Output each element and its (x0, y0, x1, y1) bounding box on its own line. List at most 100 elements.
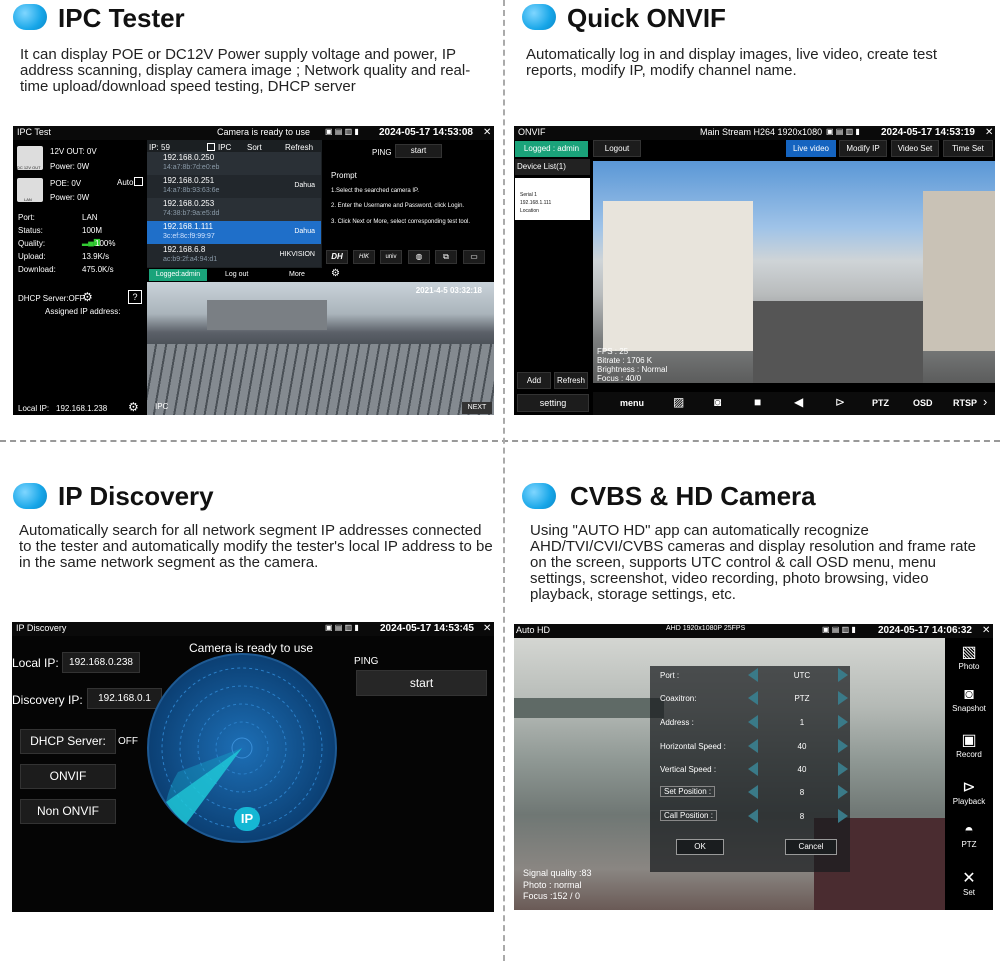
osd-button[interactable]: OSD (913, 398, 933, 408)
dhcp-state: OFF (118, 736, 138, 747)
close-icon[interactable]: ✕ (982, 625, 990, 636)
gear-icon[interactable]: ⚙ (128, 400, 139, 414)
refresh-button[interactable]: Refresh (554, 372, 588, 389)
tab-live-video[interactable]: Live video (786, 140, 836, 157)
radar-ip-marker: IP (234, 807, 260, 831)
arrow-right-icon[interactable] (838, 668, 848, 682)
osd-row-address[interactable]: Address : 1 (660, 715, 860, 731)
ip-list-item[interactable]: 192.168.0.251 14:a7:8b:93:63:6e Dahua (147, 175, 321, 198)
arrow-left-icon[interactable] (748, 762, 758, 776)
section-bullet-icon (522, 483, 556, 509)
status-icons: ▣ ▤ ▥ ▮ (325, 623, 359, 632)
brand-dahua-button[interactable]: DH (326, 250, 348, 264)
out-12v: 12V OUT: 0V (50, 147, 97, 156)
arrow-left-icon[interactable] (748, 809, 758, 823)
arrow-right-icon[interactable] (838, 715, 848, 729)
ptz-button[interactable]: PTZ (872, 398, 889, 408)
cancel-button[interactable]: Cancel (785, 839, 837, 855)
setting-button[interactable]: setting (517, 394, 589, 412)
auto-checkbox[interactable] (134, 177, 143, 186)
format-info: AHD 1920x1080P 25FPS (666, 625, 746, 632)
ok-button[interactable]: OK (676, 839, 724, 855)
dhcp-server-button[interactable]: DHCP Server: (20, 729, 116, 754)
ip-list-item[interactable]: 192.168.6.8 ac:b9:2f:a4:94:d1 HIKVISION (147, 244, 321, 267)
auto-hd-screen: Auto HD AHD 1920x1080P 25FPS ▣ ▤ ▥ ▮ 202… (514, 624, 993, 910)
arrow-left-icon[interactable] (748, 668, 758, 682)
status-icons: ▣ ▤ ▥ ▮ (325, 127, 359, 136)
arrow-left-icon[interactable] (748, 715, 758, 729)
tab-video-set[interactable]: Video Set (891, 140, 939, 157)
chevron-right-icon[interactable]: › (983, 394, 987, 409)
tab-time-set[interactable]: Time Set (943, 140, 993, 157)
settings-icon[interactable]: ⚙ (331, 268, 340, 279)
close-icon[interactable]: ✕ (985, 127, 993, 138)
play-icon[interactable]: ⊳ (835, 395, 845, 409)
camera-icon[interactable]: ▭ (463, 250, 485, 264)
globe-icon[interactable]: ◍ (408, 250, 430, 264)
more-button[interactable]: More (289, 271, 305, 278)
snapshot-icon[interactable]: ◙ (714, 395, 721, 409)
brand-hik-button[interactable]: HIK (353, 250, 375, 264)
ip-list-panel: IP: 59 IPC Sort Refresh 192.168.0.250 14… (147, 140, 322, 268)
arrow-left-icon[interactable] (748, 739, 758, 753)
next-button[interactable]: NEXT (462, 402, 492, 414)
arrow-right-icon[interactable] (838, 762, 848, 776)
audio-icon[interactable]: ◀ (794, 395, 803, 409)
osd-row-vertical-speed[interactable]: Vertical Speed : 40 (660, 762, 860, 778)
arrow-left-icon[interactable] (748, 691, 758, 705)
rtsp-button[interactable]: RTSP (953, 398, 977, 408)
playback-button[interactable]: ⊳ Playback (945, 777, 993, 806)
ipc-checkbox[interactable] (207, 143, 215, 151)
brightness-overlay: Brightness : Normal (597, 365, 668, 374)
port-label: Port: (18, 213, 35, 222)
image-icon[interactable]: ▨ (673, 395, 684, 409)
non-onvif-button[interactable]: Non ONVIF (20, 799, 116, 824)
photo-button[interactable]: ▧ Photo (945, 642, 993, 671)
stream-info: Main Stream H264 1920x1080 (700, 127, 823, 137)
ping-start-button[interactable]: start (395, 144, 442, 158)
video-building-right (923, 191, 995, 351)
dc-port-label: DC 12V OUT (17, 165, 41, 170)
record-button[interactable]: ▣ Record (945, 730, 993, 759)
sort-button[interactable]: Sort (247, 143, 262, 152)
osd-row-coaxitron[interactable]: Coaxitron: PTZ (660, 691, 860, 707)
record-icon: ▣ (961, 732, 977, 749)
local-ip-field[interactable]: 192.168.0.238 (62, 652, 140, 673)
logout-button[interactable]: Logout (593, 140, 641, 157)
close-icon[interactable]: ✕ (483, 623, 491, 634)
logout-button[interactable]: Log out (225, 271, 248, 278)
refresh-button[interactable]: Refresh (285, 143, 313, 152)
osd-row-port[interactable]: Port : UTC (660, 668, 860, 684)
ptz-button[interactable]: ◓ PTZ (945, 822, 993, 849)
snapshot-button[interactable]: ◙ Snapshot (945, 686, 993, 713)
ip-list-item-selected[interactable]: 192.168.1.111 3c:ef:8c:f9:99:97 Dahua (147, 221, 321, 244)
osd-row-set-position[interactable]: Set Position : 8 (660, 785, 860, 801)
app-title: IP Discovery (16, 623, 67, 633)
help-icon[interactable]: ? (128, 290, 142, 304)
device-list-item[interactable]: Serial 1 192.168.1.111 Location (515, 178, 590, 220)
ip-list-item[interactable]: 192.168.0.250 14:a7:8b:7d:e0:eb (147, 152, 321, 175)
close-icon[interactable]: ✕ (483, 127, 491, 138)
arrow-right-icon[interactable] (838, 691, 848, 705)
ping-start-button[interactable]: start (356, 670, 487, 696)
arrow-left-icon[interactable] (748, 785, 758, 799)
add-button[interactable]: Add (517, 372, 551, 389)
photo-icon: ▧ (961, 644, 977, 661)
ipc-tag: IPC (155, 402, 169, 411)
menu-button[interactable]: menu (620, 398, 644, 408)
arrow-right-icon[interactable] (838, 785, 848, 799)
set-button[interactable]: ✕ Set (945, 868, 993, 897)
onvif-button[interactable]: ONVIF (20, 764, 116, 789)
osd-row-call-position[interactable]: Call Position : 8 (660, 809, 860, 825)
record-icon[interactable]: ■ (754, 395, 761, 409)
gear-icon[interactable]: ⚙ (82, 290, 93, 304)
arrow-right-icon[interactable] (838, 739, 848, 753)
video-plaza (147, 344, 494, 415)
network-icon[interactable]: ⧉ (435, 250, 457, 264)
video-toolbar: menu ▨ ◙ ■ ◀ ⊳ PTZ OSD RTSP › (593, 392, 995, 415)
ip-list-item[interactable]: 192.168.0.253 74:38:b7:9a:e5:dd (147, 198, 321, 221)
tab-modify-ip[interactable]: Modify IP (839, 140, 887, 157)
brand-univ-button[interactable]: univ (380, 250, 402, 264)
arrow-right-icon[interactable] (838, 809, 848, 823)
osd-row-horizontal-speed[interactable]: Horizontal Speed : 40 (660, 739, 860, 755)
